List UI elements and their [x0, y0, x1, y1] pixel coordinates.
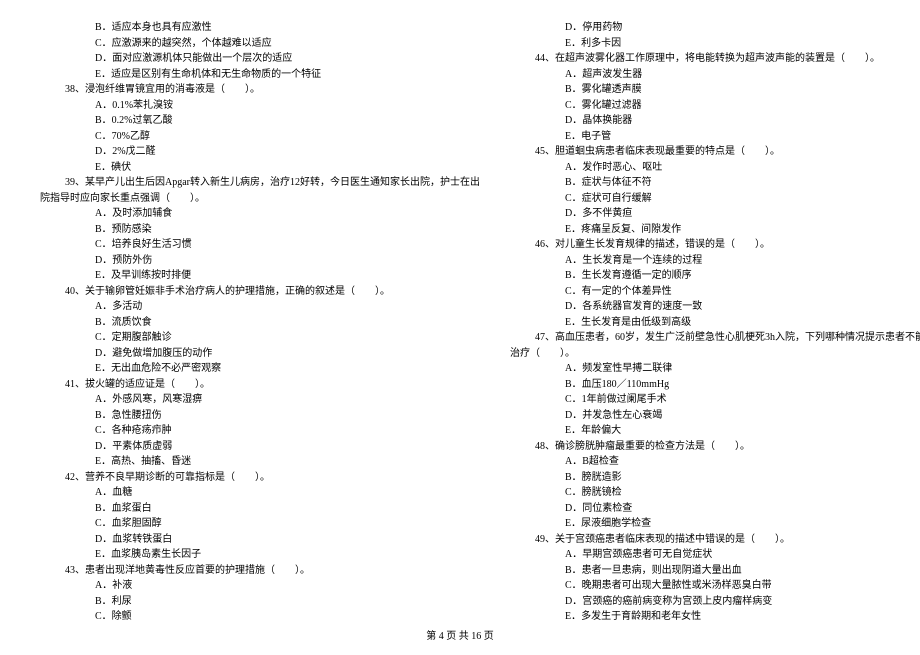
option-line: A．发作时恶心、呕吐 [510, 160, 920, 176]
option-line: A．多活动 [40, 299, 480, 315]
question-line: 47、高血压患者，60岁，发生广泛前壁急性心肌梗死3h入院，下列哪种情况提示患者… [510, 330, 920, 346]
question-line: 43、患者出现洋地黄毒性反应首要的护理措施（ ）。 [40, 563, 480, 579]
option-line: A．外感风寒，风寒湿痹 [40, 392, 480, 408]
option-line: E．血浆胰岛素生长因子 [40, 547, 480, 563]
option-line: D．停用药物 [510, 20, 920, 36]
option-line: E．碘伏 [40, 160, 480, 176]
page-footer: 第 4 页 共 16 页 [0, 627, 920, 642]
option-line: E．疼痛呈反复、间隙发作 [510, 222, 920, 238]
option-line: B．适应本身也具有应激性 [40, 20, 480, 36]
option-line: A．频发室性早搏二联律 [510, 361, 920, 377]
question-line: 40、关于输卵管妊娠非手术治疗病人的护理措施，正确的叙述是（ ）。 [40, 284, 480, 300]
option-line: D．避免做增加腹压的动作 [40, 346, 480, 362]
question-line: 44、在超声波雾化器工作原理中，将电能转换为超声波声能的装置是（ ）。 [510, 51, 920, 67]
option-line: B．患者一旦患病，则出现阴道大量出血 [510, 563, 920, 579]
option-line: A．补液 [40, 578, 480, 594]
option-line: A．超声波发生器 [510, 67, 920, 83]
option-line: A．0.1%苯扎溴铵 [40, 98, 480, 114]
option-line: C．70%乙醇 [40, 129, 480, 145]
option-line: B．流质饮食 [40, 315, 480, 331]
option-line: C．雾化罐过滤器 [510, 98, 920, 114]
option-line: E．尿液细胞学检查 [510, 516, 920, 532]
option-line: D．多不伴黄疸 [510, 206, 920, 222]
question-line: 42、营养不良早期诊断的可靠指标是（ ）。 [40, 470, 480, 486]
continuation-line: 治疗（ ）。 [510, 346, 920, 362]
option-line: D．宫颈癌的癌前病变称为宫颈上皮内瘤样病变 [510, 594, 920, 610]
question-line: 49、关于宫颈癌患者临床表现的描述中错误的是（ ）。 [510, 532, 920, 548]
option-line: C．症状可自行缓解 [510, 191, 920, 207]
option-line: E．多发生于育龄期和老年女性 [510, 609, 920, 625]
option-line: B．生长发育遵循一定的顺序 [510, 268, 920, 284]
option-line: D．各系统器官发育的速度一致 [510, 299, 920, 315]
option-line: E．高热、抽搐、昏迷 [40, 454, 480, 470]
option-line: A．B超检查 [510, 454, 920, 470]
right-column: D．停用药物E．利多卡因44、在超声波雾化器工作原理中，将电能转换为超声波声能的… [510, 20, 920, 625]
option-line: A．及时添加辅食 [40, 206, 480, 222]
question-line: 41、拔火罐的适应证是（ ）。 [40, 377, 480, 393]
option-line: B．利尿 [40, 594, 480, 610]
option-line: B．血浆蛋白 [40, 501, 480, 517]
option-line: B．血压180／110mmHg [510, 377, 920, 393]
option-line: C．晚期患者可出现大量脓性或米汤样恶臭白带 [510, 578, 920, 594]
question-line: 48、确诊膀胱肿瘤最重要的检查方法是（ ）。 [510, 439, 920, 455]
option-line: E．电子管 [510, 129, 920, 145]
option-line: D．预防外伤 [40, 253, 480, 269]
option-line: C．应激源来的越突然，个体越难以适应 [40, 36, 480, 52]
option-line: D．并发急性左心衰竭 [510, 408, 920, 424]
option-line: C．1年前做过阑尾手术 [510, 392, 920, 408]
option-line: C．各种疮疡疖肿 [40, 423, 480, 439]
option-line: B．0.2%过氧乙酸 [40, 113, 480, 129]
option-line: C．血浆胆固醇 [40, 516, 480, 532]
left-column: B．适应本身也具有应激性C．应激源来的越突然，个体越难以适应D．面对应激源机体只… [40, 20, 480, 625]
option-line: C．有一定的个体差异性 [510, 284, 920, 300]
option-line: A．早期宫颈癌患者可无自觉症状 [510, 547, 920, 563]
option-line: B．雾化罐透声膜 [510, 82, 920, 98]
exam-page: B．适应本身也具有应激性C．应激源来的越突然，个体越难以适应D．面对应激源机体只… [0, 0, 920, 655]
option-line: B．预防感染 [40, 222, 480, 238]
option-line: D．血浆转铁蛋白 [40, 532, 480, 548]
option-line: E．及早训练按时排便 [40, 268, 480, 284]
continuation-line: 院指导时应向家长重点强调（ ）。 [40, 191, 480, 207]
option-line: B．症状与体征不符 [510, 175, 920, 191]
option-line: D．同位素检查 [510, 501, 920, 517]
option-line: E．生长发育是由低级到高级 [510, 315, 920, 331]
question-line: 46、对儿童生长发育规律的描述，错误的是（ ）。 [510, 237, 920, 253]
option-line: E．年龄偏大 [510, 423, 920, 439]
option-line: D．面对应激源机体只能做出一个层次的适应 [40, 51, 480, 67]
option-line: A．生长发育是一个连续的过程 [510, 253, 920, 269]
option-line: B．急性腰扭伤 [40, 408, 480, 424]
option-line: E．适应是区别有生命机体和无生命物质的一个特征 [40, 67, 480, 83]
option-line: D．晶体换能器 [510, 113, 920, 129]
option-line: D．2%戊二醛 [40, 144, 480, 160]
option-line: C．定期腹部触诊 [40, 330, 480, 346]
option-line: C．培养良好生活习惯 [40, 237, 480, 253]
option-line: D．平素体质虚弱 [40, 439, 480, 455]
question-line: 45、胆道蛔虫病患者临床表现最重要的特点是（ ）。 [510, 144, 920, 160]
question-line: 38、浸泡纤维胃镜宜用的消毒液是（ ）。 [40, 82, 480, 98]
option-line: A．血糖 [40, 485, 480, 501]
option-line: B．膀胱造影 [510, 470, 920, 486]
option-line: E．利多卡因 [510, 36, 920, 52]
question-line: 39、某早产儿出生后因Apgar转入新生儿病房，治疗12好转，今日医生通知家长出… [40, 175, 480, 191]
option-line: E．无出血危险不必严密观察 [40, 361, 480, 377]
option-line: C．膀胱镜检 [510, 485, 920, 501]
option-line: C．除颤 [40, 609, 480, 625]
